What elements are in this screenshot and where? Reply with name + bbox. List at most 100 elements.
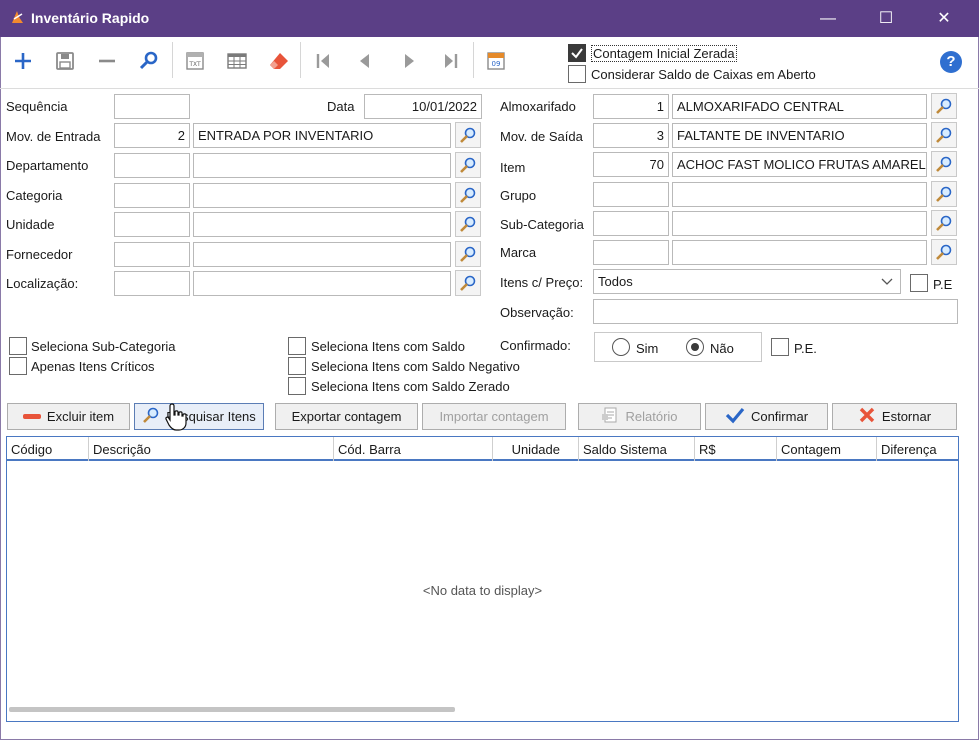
confirmar-button[interactable]: Confirmar (705, 403, 828, 430)
lookup-search-icon[interactable] (931, 93, 957, 119)
item-code-input[interactable]: 70 (593, 152, 669, 177)
apenas-criticos-checkbox[interactable] (9, 357, 27, 375)
contagem-inicial-checkbox[interactable] (568, 44, 586, 62)
svg-text:TXT: TXT (188, 61, 201, 68)
grid-empty-text: <No data to display> (422, 583, 543, 598)
calendar-icon[interactable]: 09 (479, 44, 513, 78)
lookup-search-icon[interactable] (931, 210, 957, 236)
itens-preco-select[interactable]: Todos (593, 269, 901, 294)
lookup-search-icon[interactable] (455, 182, 481, 208)
relatorio-button[interactable]: Relatório (578, 403, 701, 430)
item-desc-input[interactable]: ACHOC FAST MOLICO FRUTAS AMAREL. (672, 152, 927, 177)
add-icon[interactable] (6, 44, 40, 78)
next-record-icon[interactable] (392, 44, 426, 78)
toolbar-divider (172, 42, 173, 78)
importar-contagem-button[interactable]: Importar contagem (422, 403, 566, 430)
column-header-cod-barra[interactable]: Cód. Barra (334, 437, 493, 461)
lookup-search-icon[interactable] (455, 152, 481, 178)
marca-desc-input[interactable] (672, 240, 927, 265)
column-header-codigo[interactable]: Código (7, 437, 89, 461)
exportar-contagem-button[interactable]: Exportar contagem (275, 403, 418, 430)
grupo-desc-input[interactable] (672, 182, 927, 207)
departamento-code-input[interactable] (114, 153, 190, 178)
nao-radio[interactable] (686, 338, 704, 356)
saldo-negativo-label: Seleciona Itens com Saldo Negativo (311, 359, 520, 374)
categoria-code-input[interactable] (114, 183, 190, 208)
eraser-icon[interactable] (262, 44, 296, 78)
last-record-icon[interactable] (434, 44, 468, 78)
column-header-diferenca[interactable]: Diferença (877, 437, 958, 461)
first-record-icon[interactable] (306, 44, 340, 78)
localizacao-code-input[interactable] (114, 271, 190, 296)
window-title: Inventário Rapido (31, 10, 150, 26)
lookup-search-icon[interactable] (931, 181, 957, 207)
excluir-item-button[interactable]: Excluir item (7, 403, 130, 430)
mov-saida-desc-input[interactable]: FALTANTE DE INVENTARIO (672, 123, 927, 148)
column-header-saldo-sistema[interactable]: Saldo Sistema (579, 437, 695, 461)
mov-saida-code-input[interactable]: 3 (593, 123, 669, 148)
remove-icon[interactable] (90, 44, 124, 78)
checkmark-icon (725, 406, 745, 427)
save-icon[interactable] (48, 44, 82, 78)
spreadsheet-icon[interactable] (220, 44, 254, 78)
observacao-input[interactable] (593, 299, 958, 324)
localizacao-desc-input[interactable] (193, 271, 451, 296)
mov-entrada-code-input[interactable]: 2 (114, 123, 190, 148)
unidade-desc-input[interactable] (193, 212, 451, 237)
unidade-code-input[interactable] (114, 212, 190, 237)
lookup-search-icon[interactable] (455, 211, 481, 237)
column-header-rs[interactable]: R$ (695, 437, 777, 461)
lookup-search-icon[interactable] (455, 270, 481, 296)
lookup-search-icon[interactable] (455, 241, 481, 267)
lookup-search-icon[interactable] (931, 151, 957, 177)
mov-entrada-desc-input[interactable]: ENTRADA POR INVENTARIO (193, 123, 451, 148)
categoria-desc-input[interactable] (193, 183, 451, 208)
lookup-search-icon[interactable] (931, 239, 957, 265)
departamento-desc-input[interactable] (193, 153, 451, 178)
help-icon[interactable]: ? (940, 51, 962, 73)
considerar-saldo-label: Considerar Saldo de Caixas em Aberto (591, 67, 816, 82)
subcategoria-label: Sub-Categoria (500, 217, 584, 232)
pesquisar-itens-button[interactable]: Pesquisar Itens (134, 403, 264, 430)
close-button[interactable]: ✕ (921, 0, 967, 37)
fornecedor-code-input[interactable] (114, 242, 190, 267)
items-grid[interactable]: Código Descrição Cód. Barra Unidade Sald… (6, 436, 959, 722)
seleciona-subcategoria-checkbox[interactable] (9, 337, 27, 355)
search-icon[interactable] (132, 44, 166, 78)
search-icon (142, 406, 160, 427)
saldo-checkbox[interactable] (288, 337, 306, 355)
subcategoria-code-input[interactable] (593, 211, 669, 236)
toolbar-divider (300, 42, 301, 78)
subcategoria-desc-input[interactable] (672, 211, 927, 236)
pe2-label: P.E. (794, 341, 817, 356)
sequencia-input[interactable] (114, 94, 190, 119)
pe-checkbox[interactable] (910, 274, 928, 292)
fornecedor-desc-input[interactable] (193, 242, 451, 267)
column-header-unidade[interactable]: Unidade (493, 437, 579, 461)
estornar-button[interactable]: Estornar (832, 403, 957, 430)
confirmado-label: Confirmado: (500, 338, 571, 353)
almoxarifado-label: Almoxarifado (500, 99, 576, 114)
saldo-negativo-checkbox[interactable] (288, 357, 306, 375)
column-header-contagem[interactable]: Contagem (777, 437, 877, 461)
almoxarifado-desc-input[interactable]: ALMOXARIFADO CENTRAL (672, 94, 927, 119)
lookup-search-icon[interactable] (931, 122, 957, 148)
marca-code-input[interactable] (593, 240, 669, 265)
pe2-checkbox[interactable] (771, 338, 789, 356)
sim-radio[interactable] (612, 338, 630, 356)
previous-record-icon[interactable] (348, 44, 382, 78)
horizontal-scrollbar[interactable] (9, 707, 455, 712)
departamento-label: Departamento (6, 158, 89, 173)
apenas-criticos-label: Apenas Itens Críticos (31, 359, 155, 374)
maximize-button[interactable]: ☐ (863, 0, 909, 37)
saldo-zerado-checkbox[interactable] (288, 377, 306, 395)
considerar-saldo-checkbox[interactable] (568, 65, 586, 83)
data-input[interactable]: 10/01/2022 (364, 94, 482, 119)
minimize-button[interactable]: — (805, 0, 851, 37)
lookup-search-icon[interactable] (455, 122, 481, 148)
column-header-descricao[interactable]: Descrição (89, 437, 334, 461)
title-bar: Inventário Rapido — ☐ ✕ (0, 0, 979, 37)
text-file-icon[interactable]: TXT (178, 44, 212, 78)
almoxarifado-code-input[interactable]: 1 (593, 94, 669, 119)
grupo-code-input[interactable] (593, 182, 669, 207)
